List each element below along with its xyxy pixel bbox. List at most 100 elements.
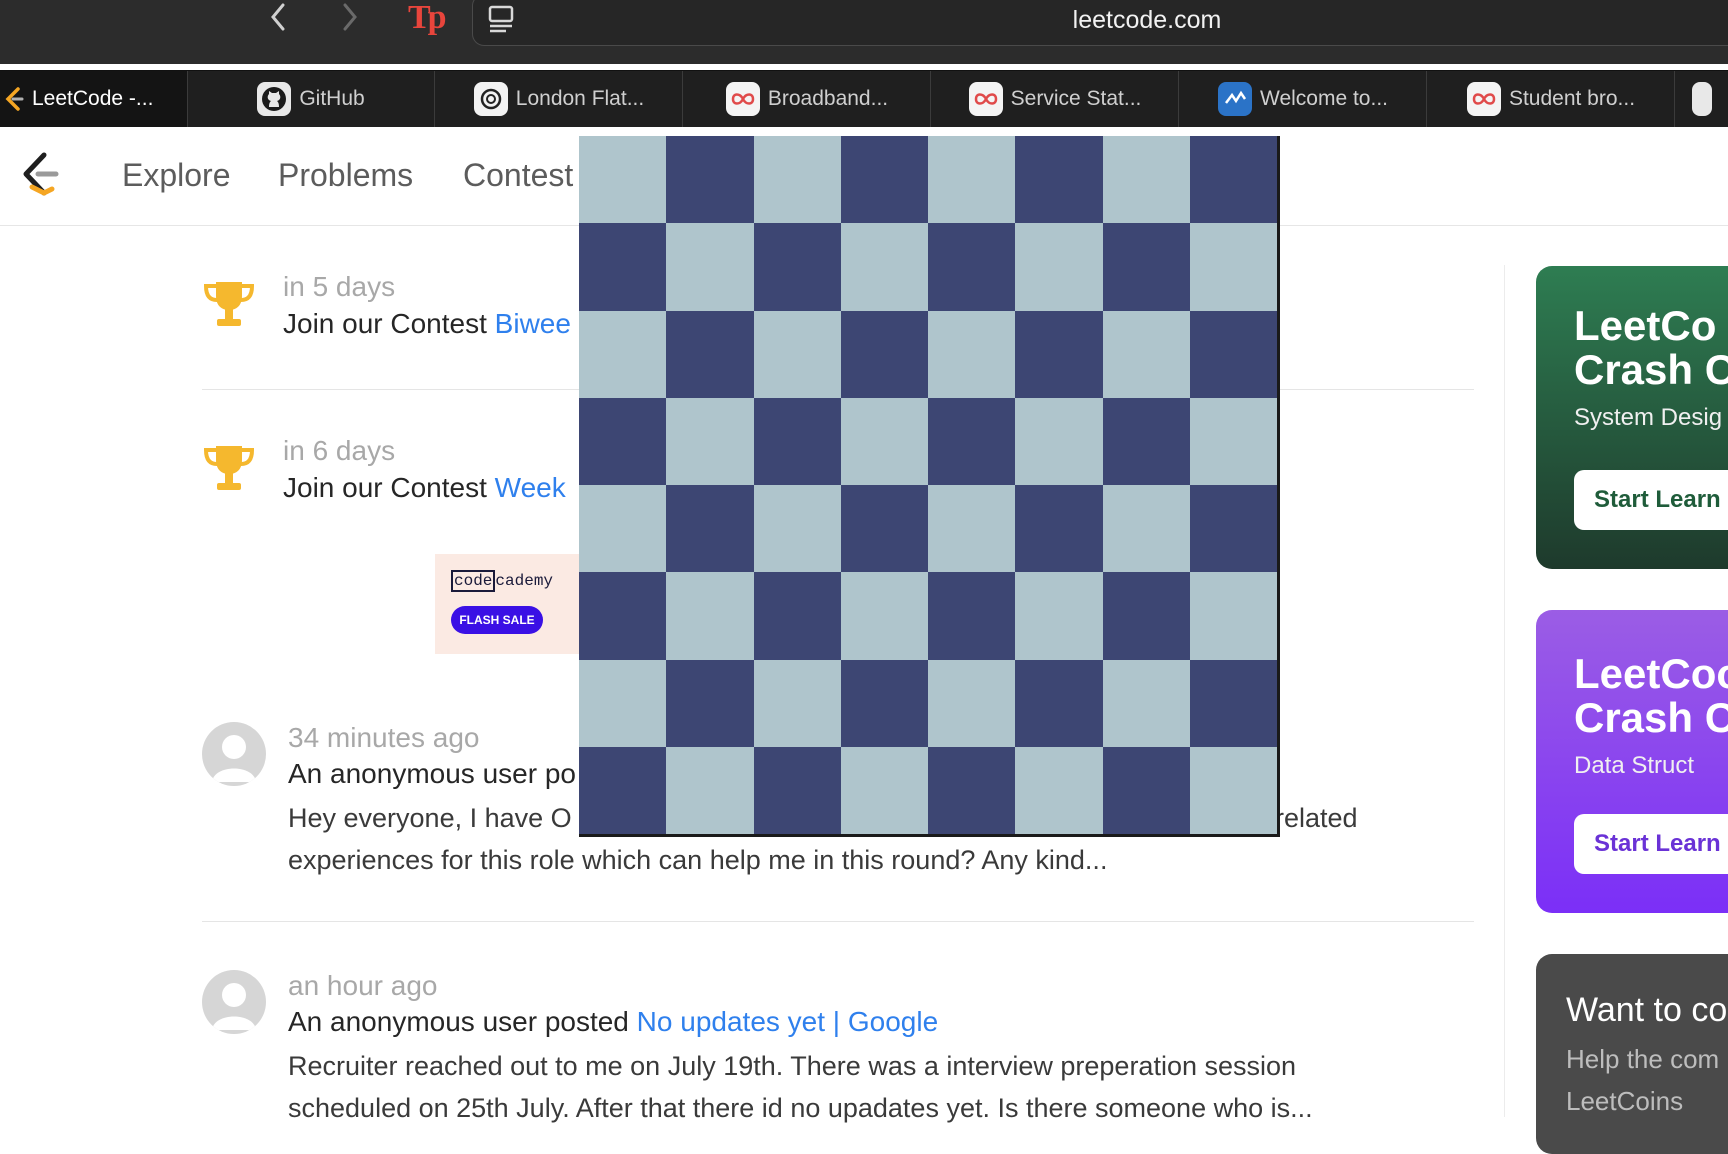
board-square (1189, 659, 1277, 747)
feed-headline: An anonymous user po (288, 758, 576, 789)
board-square (579, 659, 667, 747)
board-square (666, 485, 754, 573)
promo-card-system-design[interactable]: LeetCo Crash C System Desig Start Learn (1536, 266, 1728, 569)
card-title: Want to co (1566, 991, 1728, 1029)
address-bar[interactable]: leetcode.com (472, 0, 1728, 46)
card-subtitle: LeetCoins (1566, 1086, 1684, 1116)
contest-link[interactable]: Biwee (495, 308, 571, 339)
feed-excerpt-line: scheduled on 25th July. After that there… (288, 1093, 1313, 1123)
tab-label: Student bro... (1508, 87, 1636, 110)
feed-time: an hour ago (288, 970, 438, 1001)
board-square (666, 310, 754, 398)
feed-headline: Join our Contest Week (283, 472, 566, 504)
tab-leetcode[interactable]: LeetCode -... (0, 71, 188, 127)
start-learning-button[interactable]: Start Learn (1574, 814, 1728, 874)
ad-logo-box: code (451, 570, 496, 592)
tab-london-flat[interactable]: London Flat... (436, 71, 683, 127)
tab-github[interactable]: GitHub (188, 71, 435, 127)
avatar-icon (202, 722, 266, 786)
extension-button[interactable]: Tp (408, 0, 448, 36)
flash-sale-badge: FLASH SALE (451, 606, 543, 634)
board-square (840, 136, 928, 224)
feed-headline-text: Join our Contest (283, 472, 495, 503)
avatar-icon (202, 970, 266, 1034)
tab-label: LeetCode -... (32, 87, 154, 110)
tab-service-status[interactable]: Service Stat... (932, 71, 1179, 127)
forward-button[interactable] (334, 0, 364, 36)
board-square (840, 746, 928, 834)
board-square (579, 136, 667, 224)
openai-icon (473, 82, 508, 116)
tab-student[interactable]: Student bro... (1428, 71, 1675, 127)
board-square (753, 485, 841, 573)
feed-headline: Join our Contest Biwee (283, 308, 571, 340)
board-square (1189, 746, 1277, 834)
board-square (753, 659, 841, 747)
nav-problems[interactable]: Problems (278, 157, 413, 194)
board-square (928, 746, 1016, 834)
board-square (753, 223, 841, 311)
feed-excerpt-text: Hey everyone, I have O (288, 803, 572, 833)
feed-time: 34 minutes ago (288, 722, 480, 753)
promo-card-contribute[interactable]: Want to co Help the com LeetCoins (1536, 954, 1728, 1154)
leetcode-logo-icon[interactable] (18, 149, 62, 199)
card-subtitle: System Desig (1574, 404, 1723, 431)
tab-label: Welcome to... (1260, 87, 1388, 110)
nav-explore[interactable]: Explore (122, 157, 231, 194)
tab-welcome[interactable]: Welcome to... (1180, 71, 1427, 127)
board-square (1189, 572, 1277, 660)
contest-link[interactable]: Week (495, 472, 566, 503)
board-square (928, 572, 1016, 660)
start-learning-button[interactable]: Start Learn (1574, 470, 1728, 530)
board-square (840, 310, 928, 398)
card-title: LeetCoo (1574, 650, 1728, 697)
codecademy-logo: code cademy (451, 570, 553, 592)
board-square (1102, 485, 1190, 573)
board-square (1015, 136, 1103, 224)
board-square (1102, 310, 1190, 398)
card-title: Crash C (1574, 346, 1728, 393)
tab-label: GitHub (299, 87, 365, 110)
board-square (1015, 310, 1103, 398)
board-square (840, 223, 928, 311)
feed-time: in 5 days (283, 271, 396, 302)
board-square (666, 746, 754, 834)
tab-favicon-icon (1692, 82, 1712, 116)
board-square (1015, 659, 1103, 747)
board-square (666, 136, 754, 224)
board-square (666, 397, 754, 485)
tab-label: Service Stat... (1010, 87, 1142, 110)
welcome-icon (1218, 82, 1252, 116)
board-square (579, 397, 667, 485)
post-link[interactable]: No updates yet | Google (637, 1006, 938, 1037)
board-square (1102, 572, 1190, 660)
board-square (1189, 136, 1277, 224)
board-square (1015, 746, 1103, 834)
feed-item-post[interactable]: an hour ago An anonymous user posted No … (202, 970, 1474, 1123)
infinity-icon (1466, 82, 1501, 116)
nav-contest[interactable]: Contest (463, 157, 573, 194)
chevron-right-icon (343, 3, 357, 31)
tab-bar: LeetCode -... GitHub London Flat... Broa… (0, 70, 1728, 128)
back-button[interactable] (264, 0, 294, 36)
feed-excerpt-line: experiences for this role which can help… (288, 845, 1108, 875)
board-square (579, 746, 667, 834)
feed-headline-text: Join our Contest (283, 308, 495, 339)
board-square (1015, 397, 1103, 485)
column-divider (1504, 265, 1505, 1117)
board-square (666, 223, 754, 311)
promo-card-data-structures[interactable]: LeetCoo Crash C Data Struct Start Learn (1536, 610, 1728, 913)
card-title: LeetCo (1574, 302, 1717, 349)
board-square (1189, 485, 1277, 573)
ad-banner[interactable]: code cademy FLASH SALE (435, 554, 600, 654)
card-subtitle: Data Struct (1574, 752, 1695, 779)
board-square (1102, 659, 1190, 747)
board-square (753, 136, 841, 224)
board-square (840, 397, 928, 485)
board-square (1189, 223, 1277, 311)
tab-overflow[interactable] (1676, 71, 1728, 127)
board-square (579, 485, 667, 573)
url-text: leetcode.com (1072, 6, 1222, 34)
board-square (1015, 572, 1103, 660)
tab-broadband[interactable]: Broadband... (684, 71, 931, 127)
